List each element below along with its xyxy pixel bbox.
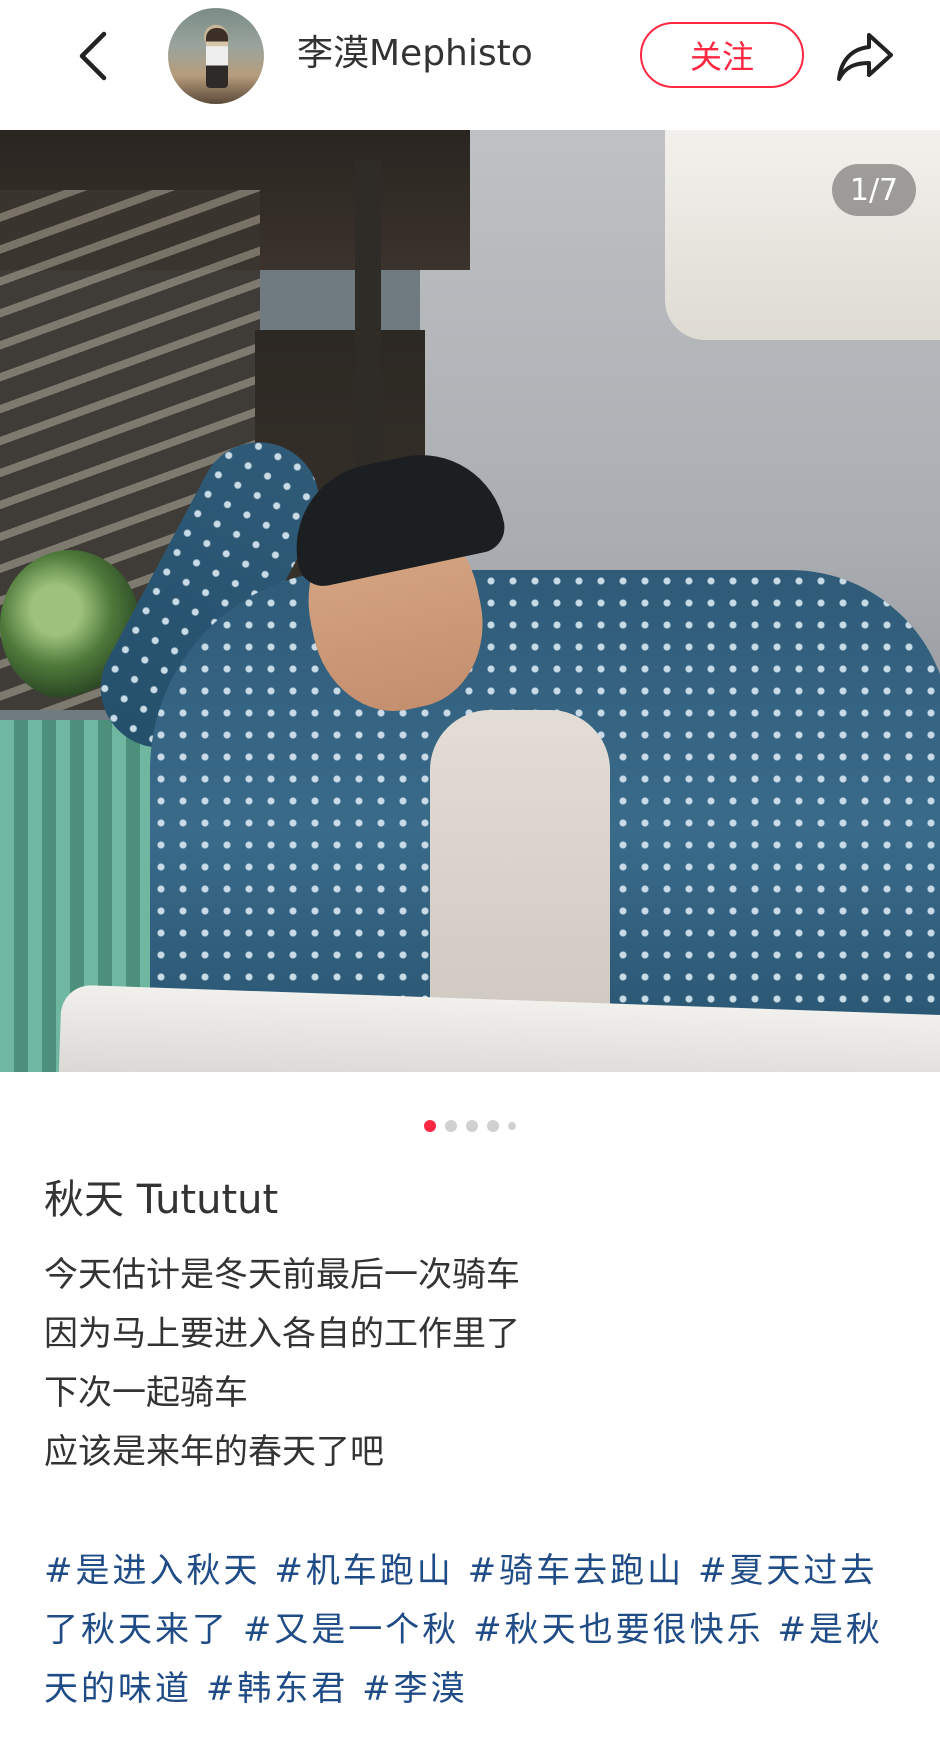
hashtag[interactable]: #机车跑山 (274, 1551, 454, 1591)
hashtag[interactable]: #是进入秋天 (44, 1551, 261, 1591)
carousel-dot[interactable] (466, 1120, 478, 1132)
hashtag-list: #是进入秋天 #机车跑山 #骑车去跑山 #夏天过去了秋天来了 #又是一个秋 #秋… (44, 1542, 914, 1719)
hashtag[interactable]: #李漠 (362, 1669, 468, 1709)
post-line: 因为马上要进入各自的工作里了 (44, 1314, 520, 1354)
carousel-dot[interactable] (508, 1122, 516, 1130)
post-line: 下次一起骑车 (44, 1373, 248, 1413)
back-button[interactable] (64, 26, 124, 86)
post-body: 今天估计是冬天前最后一次骑车 因为马上要进入各自的工作里了 下次一起骑车 应该是… (44, 1246, 904, 1482)
username[interactable]: 李漠Mephisto (297, 30, 533, 78)
chevron-left-icon (79, 31, 107, 81)
carousel-dot[interactable] (487, 1120, 499, 1132)
post-title: 秋天 Tututut (44, 1177, 279, 1223)
share-button[interactable] (832, 24, 898, 90)
photo-page-counter: 1/7 (832, 164, 916, 216)
carousel-dots (0, 1118, 940, 1134)
carousel-dot[interactable] (424, 1120, 436, 1132)
post-line: 应该是来年的春天了吧 (44, 1432, 384, 1472)
hashtag[interactable]: #韩东君 (206, 1669, 349, 1709)
top-nav-bar: 李漠Mephisto 关注 (0, 0, 940, 130)
hashtag[interactable]: #骑车去跑山 (468, 1551, 685, 1591)
avatar[interactable] (168, 8, 264, 104)
follow-button[interactable]: 关注 (640, 22, 804, 88)
post-photo[interactable] (0, 130, 940, 1072)
share-arrow-icon (837, 33, 893, 81)
post-line: 今天估计是冬天前最后一次骑车 (44, 1255, 520, 1295)
hashtag[interactable]: #秋天也要很快乐 (473, 1610, 764, 1650)
hashtag[interactable]: #又是一个秋 (243, 1610, 460, 1650)
carousel-dot[interactable] (445, 1120, 457, 1132)
